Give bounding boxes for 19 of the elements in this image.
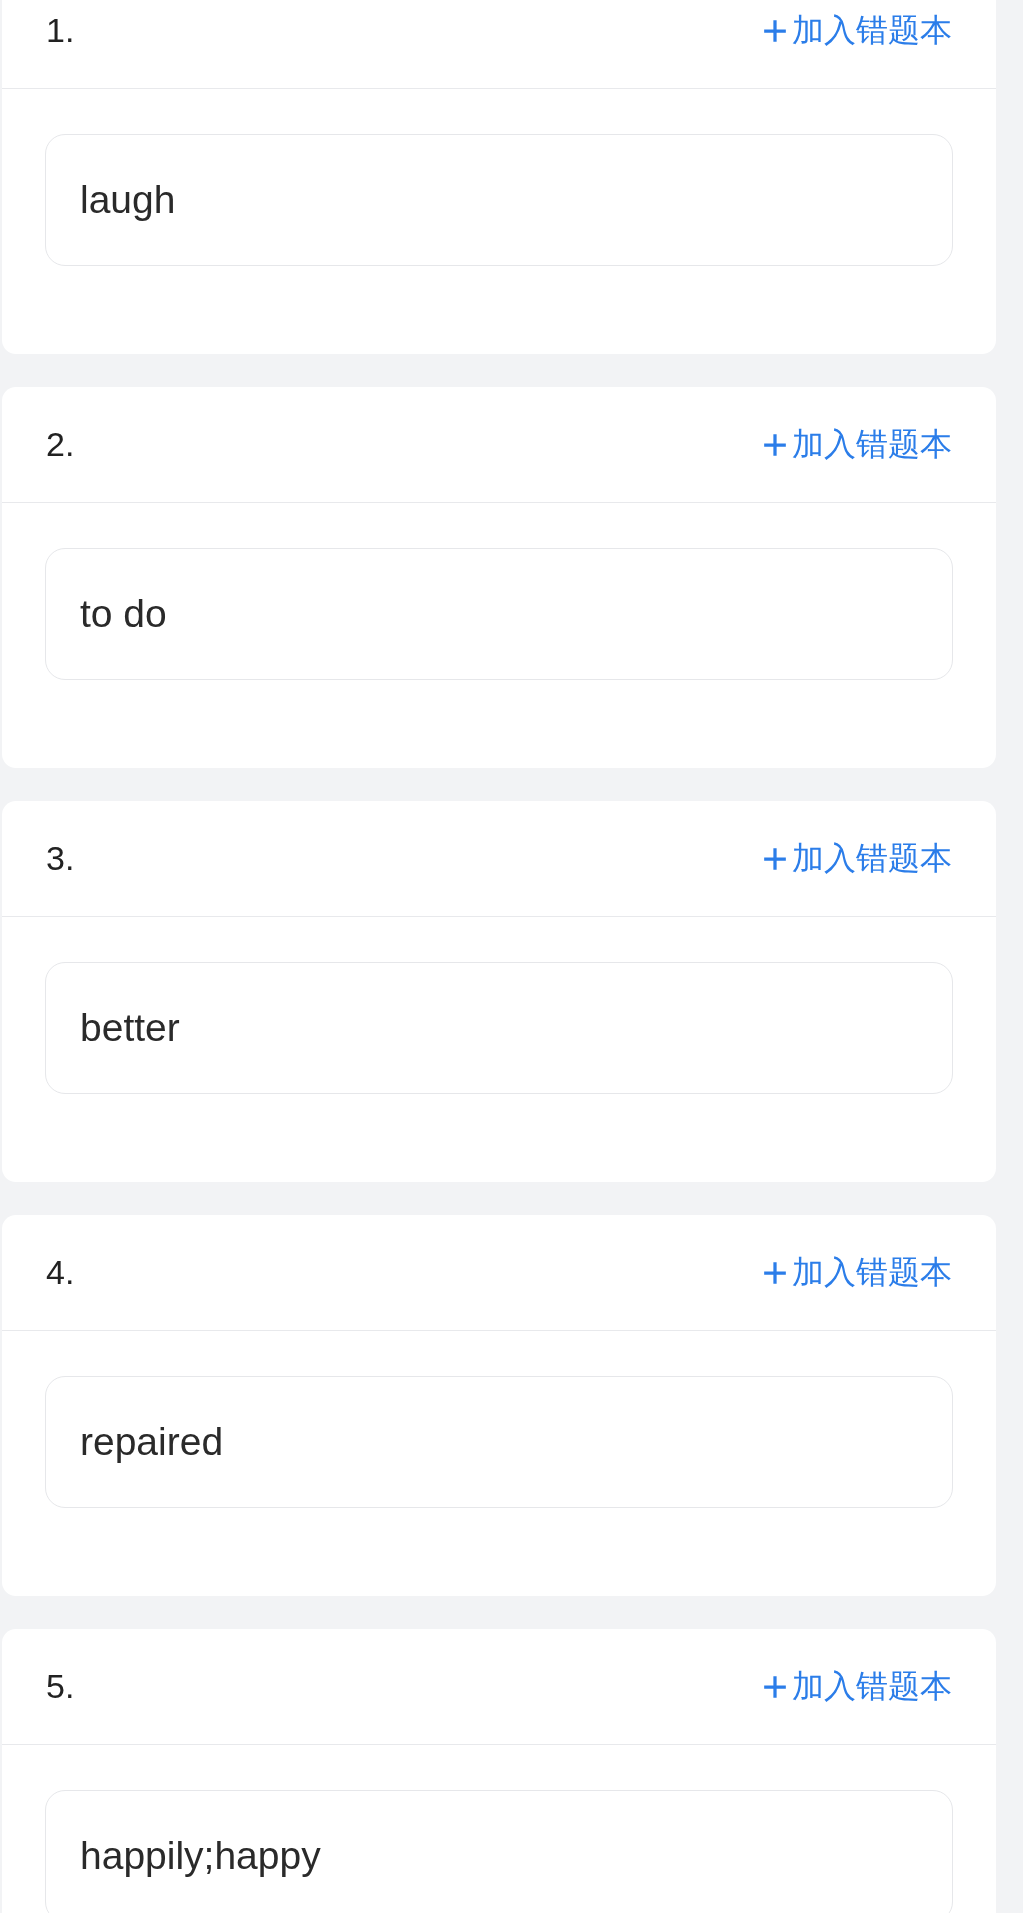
answer-box: better [45,962,953,1094]
question-number: 4. [46,1253,75,1292]
question-number: 5. [46,1667,75,1706]
add-to-mistakes-link[interactable]: 加入错题本 [762,422,952,467]
answer-box: to do [45,548,953,680]
question-number: 1. [46,11,75,50]
add-to-mistakes-link[interactable]: 加入错题本 [762,1250,952,1295]
plus-icon [762,1673,788,1700]
question-number: 2. [46,425,75,464]
plus-icon [762,1259,788,1286]
add-to-mistakes-link[interactable]: 加入错题本 [762,8,952,53]
answer-box: laugh [45,134,953,266]
answer-box: repaired [45,1376,953,1508]
question-number: 3. [46,839,75,878]
plus-icon [762,17,788,44]
plus-icon [762,431,788,458]
add-to-mistakes-link[interactable]: 加入错题本 [762,836,952,881]
plus-icon [762,845,788,872]
add-to-mistakes-link[interactable]: 加入错题本 [762,1664,952,1709]
